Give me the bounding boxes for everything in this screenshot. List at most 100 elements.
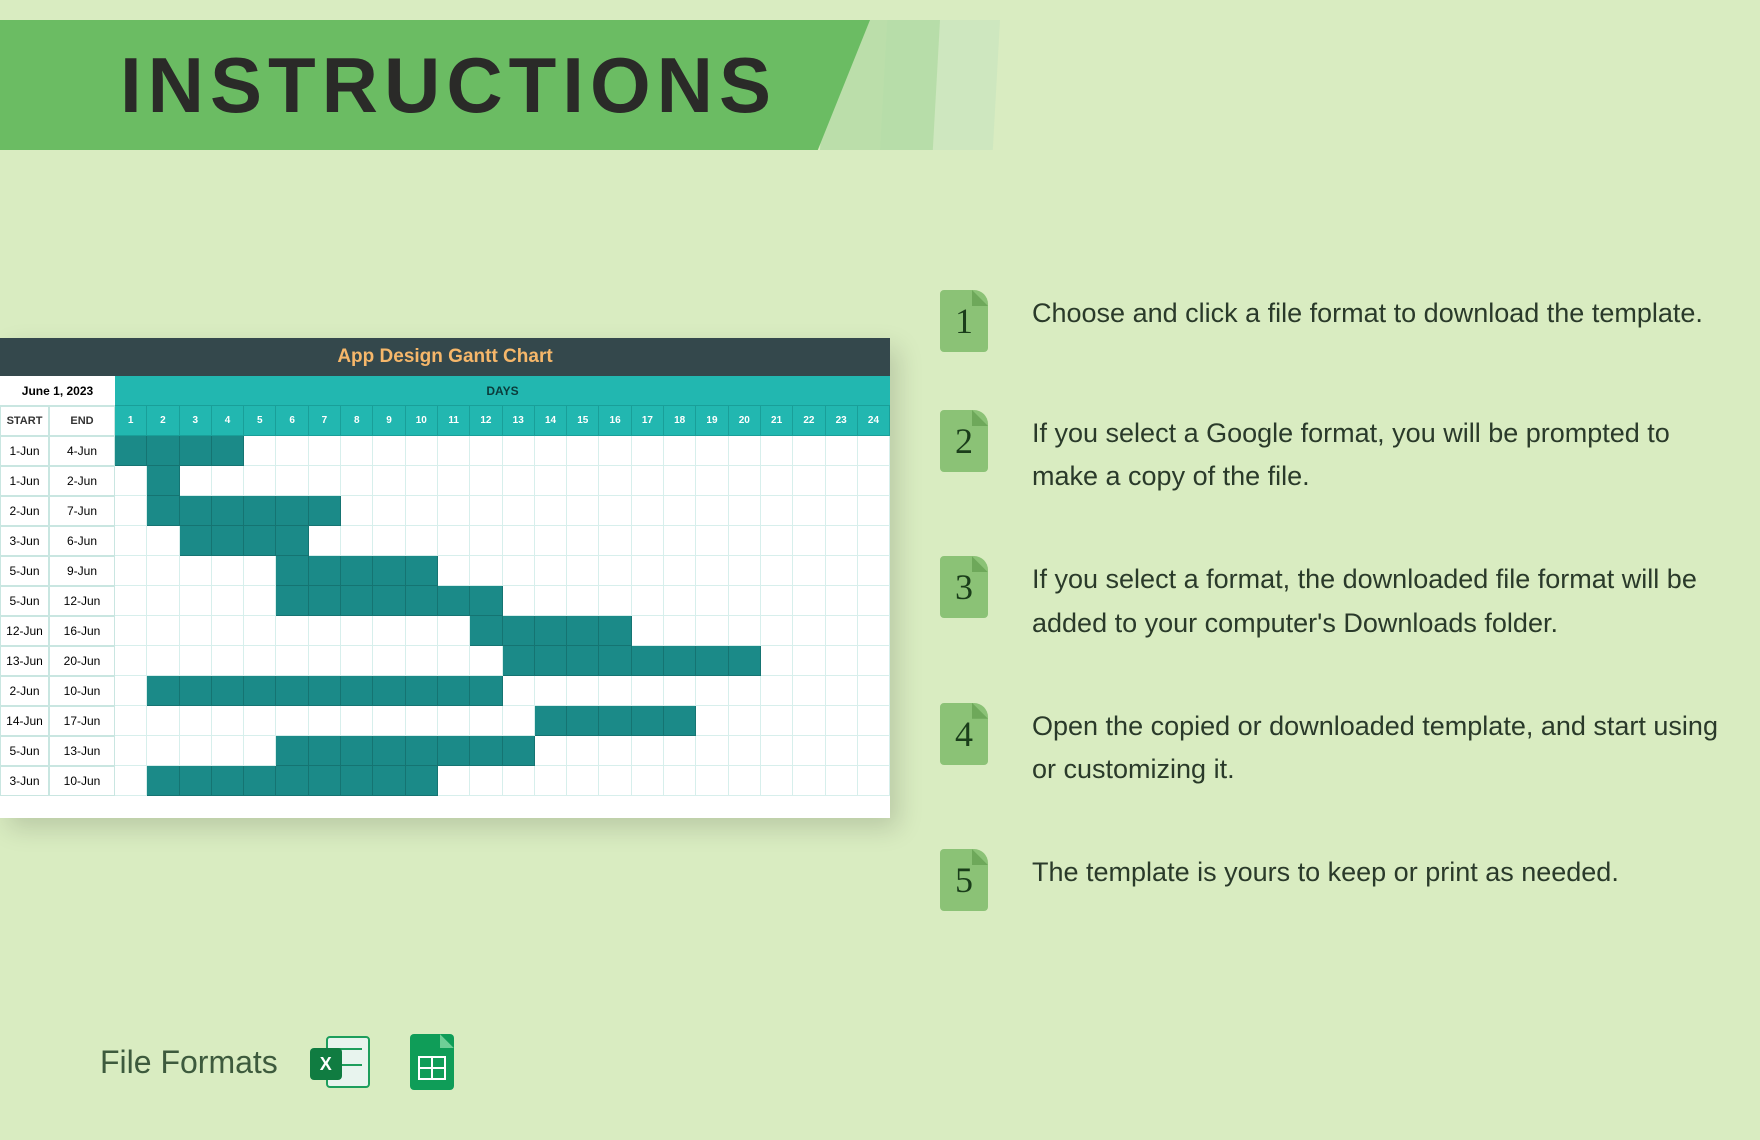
gantt-day-cell — [632, 766, 664, 796]
gantt-row: 2-Jun10-Jun — [0, 676, 890, 706]
gantt-day-cell — [599, 706, 631, 736]
gantt-day-cell — [438, 616, 470, 646]
step-text: If you select a format, the downloaded f… — [1032, 556, 1720, 644]
gantt-day-cell — [438, 586, 470, 616]
gantt-day-header: 12 — [470, 406, 502, 436]
gantt-day-cell — [470, 436, 502, 466]
step-text: The template is yours to keep or print a… — [1032, 849, 1619, 894]
gantt-day-cell — [276, 736, 308, 766]
gantt-day-cell — [244, 646, 276, 676]
gantt-day-cell — [244, 436, 276, 466]
gantt-day-cell — [212, 766, 244, 796]
gantt-day-cell — [212, 676, 244, 706]
gantt-day-cell — [406, 766, 438, 796]
gantt-col-end: END — [49, 406, 115, 436]
gantt-day-header: 13 — [503, 406, 535, 436]
gantt-row: 3-Jun6-Jun — [0, 526, 890, 556]
gantt-day-cell — [632, 436, 664, 466]
gantt-cell-end: 9-Jun — [49, 556, 115, 586]
gantt-day-cell — [147, 466, 179, 496]
gantt-day-cell — [664, 556, 696, 586]
gantt-day-cell — [341, 706, 373, 736]
gantt-day-cell — [406, 586, 438, 616]
gantt-day-cell — [470, 586, 502, 616]
gantt-day-cell — [567, 526, 599, 556]
gantt-day-cell — [664, 646, 696, 676]
gantt-day-cell — [309, 766, 341, 796]
gantt-day-header: 22 — [793, 406, 825, 436]
gantt-day-cell — [503, 766, 535, 796]
gantt-day-cell — [341, 436, 373, 466]
gantt-day-cell — [438, 526, 470, 556]
gantt-day-cell — [826, 526, 858, 556]
gantt-day-cell — [696, 496, 728, 526]
gantt-day-cell — [180, 616, 212, 646]
excel-icon[interactable]: X — [310, 1032, 370, 1092]
gantt-day-cell — [503, 496, 535, 526]
gantt-day-cell — [793, 616, 825, 646]
gantt-cell-start: 3-Jun — [0, 526, 49, 556]
gantt-day-cell — [535, 586, 567, 616]
gantt-day-cell — [373, 526, 405, 556]
gantt-day-header: 17 — [632, 406, 664, 436]
gantt-day-cell — [373, 736, 405, 766]
gantt-day-cell — [438, 556, 470, 586]
gantt-day-cell — [180, 766, 212, 796]
gantt-day-cell — [696, 466, 728, 496]
gantt-row: 2-Jun7-Jun — [0, 496, 890, 526]
instruction-step: 3If you select a format, the downloaded … — [940, 556, 1720, 644]
gantt-day-header: 3 — [180, 406, 212, 436]
gantt-day-cell — [599, 586, 631, 616]
gantt-day-cell — [470, 496, 502, 526]
gantt-day-cell — [503, 706, 535, 736]
gantt-day-cell — [373, 616, 405, 646]
gantt-day-cell — [535, 526, 567, 556]
gantt-day-cell — [276, 556, 308, 586]
gantt-day-cell — [761, 436, 793, 466]
gantt-day-cell — [180, 466, 212, 496]
gantt-day-cell — [180, 706, 212, 736]
google-sheets-icon[interactable] — [402, 1032, 462, 1092]
gantt-project-date: June 1, 2023 — [0, 376, 115, 406]
gantt-day-cell — [729, 586, 761, 616]
step-number-badge: 4 — [940, 703, 988, 765]
gantt-day-cell — [761, 616, 793, 646]
gantt-day-cell — [729, 676, 761, 706]
gantt-day-cell — [309, 616, 341, 646]
gantt-day-header: 4 — [212, 406, 244, 436]
gantt-day-cell — [632, 646, 664, 676]
gantt-day-cell — [729, 526, 761, 556]
gantt-day-cell — [147, 706, 179, 736]
gantt-day-cell — [632, 556, 664, 586]
gantt-day-cell — [599, 736, 631, 766]
gantt-day-cell — [826, 496, 858, 526]
gantt-day-cell — [438, 766, 470, 796]
gantt-day-header: 21 — [761, 406, 793, 436]
gantt-day-cell — [793, 436, 825, 466]
gantt-day-cell — [115, 616, 147, 646]
gantt-cell-end: 4-Jun — [49, 436, 115, 466]
gantt-day-cell — [180, 556, 212, 586]
gantt-day-cell — [373, 466, 405, 496]
gantt-day-cell — [244, 616, 276, 646]
gantt-day-cell — [438, 706, 470, 736]
gantt-day-cell — [470, 766, 502, 796]
gantt-day-cell — [664, 586, 696, 616]
gantt-day-header: 10 — [406, 406, 438, 436]
gantt-day-cell — [729, 646, 761, 676]
gantt-day-cell — [761, 556, 793, 586]
gantt-day-cell — [599, 556, 631, 586]
gantt-cell-start: 5-Jun — [0, 556, 49, 586]
gantt-day-cell — [858, 646, 890, 676]
gantt-day-cell — [470, 676, 502, 706]
gantt-cell-end: 6-Jun — [49, 526, 115, 556]
gantt-day-cell — [599, 436, 631, 466]
gantt-cell-start: 5-Jun — [0, 736, 49, 766]
gantt-row: 12-Jun16-Jun — [0, 616, 890, 646]
gantt-day-cell — [793, 646, 825, 676]
gantt-day-cell — [664, 616, 696, 646]
gantt-day-cell — [826, 586, 858, 616]
gantt-day-cell — [567, 466, 599, 496]
gantt-day-cell — [793, 496, 825, 526]
gantt-col-start: START — [0, 406, 49, 436]
